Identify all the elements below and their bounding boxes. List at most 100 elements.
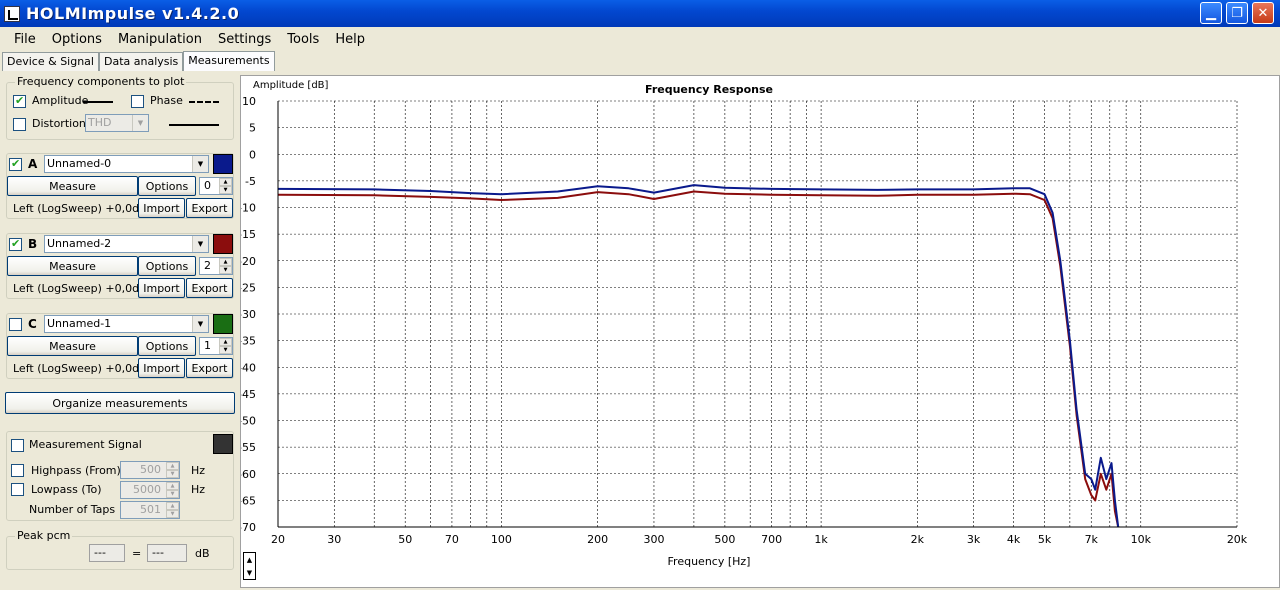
measurement-signal-checkbox[interactable] xyxy=(11,438,24,452)
slot-c-import-button[interactable]: Import xyxy=(138,358,185,378)
lowpass-spinner[interactable]: 5000 ▲ ▼ xyxy=(120,481,180,499)
chevron-down-icon: ▼ xyxy=(192,316,208,332)
menu-tools[interactable]: Tools xyxy=(279,32,327,47)
restore-button[interactable]: ❐ xyxy=(1226,2,1248,24)
chart-svg: Frequency Response Amplitude [dB] Freque… xyxy=(238,80,1248,568)
distortion-checkbox[interactable] xyxy=(13,117,26,131)
slot-b-options-button[interactable]: Options xyxy=(138,256,196,276)
x-tick-label: 5k xyxy=(1038,533,1052,546)
slot-b-spinner[interactable]: 2 ▲ ▼ xyxy=(199,257,233,275)
slot-a-spinner[interactable]: 0 ▲ ▼ xyxy=(199,177,233,195)
lowpass-checkbox[interactable] xyxy=(11,482,24,496)
menu-bar: File Options Manipulation Settings Tools… xyxy=(0,27,1280,51)
slot-b-checkbox[interactable] xyxy=(9,237,22,251)
menu-file[interactable]: File xyxy=(0,32,44,47)
y-tick-label: -5 xyxy=(245,175,256,188)
y-tick-label: -20 xyxy=(241,255,256,268)
menu-manipulation[interactable]: Manipulation xyxy=(110,32,210,47)
menu-options[interactable]: Options xyxy=(44,32,110,47)
frequency-response-chart[interactable]: Frequency Response Amplitude [dB] Freque… xyxy=(238,75,1280,588)
slot-b-color-swatch[interactable] xyxy=(213,234,233,254)
slot-b-measure-button[interactable]: Measure xyxy=(7,256,138,276)
slot-a-letter: A xyxy=(28,157,38,171)
y-tick-label: -50 xyxy=(241,415,256,428)
x-tick-label: 300 xyxy=(643,533,664,546)
x-tick-label: 700 xyxy=(761,533,782,546)
slot-c-color-swatch[interactable] xyxy=(213,314,233,334)
menu-settings[interactable]: Settings xyxy=(210,32,279,47)
series-line xyxy=(277,190,1120,528)
y-tick-label: -65 xyxy=(241,494,256,507)
slot-a-import-button[interactable]: Import xyxy=(138,198,185,218)
x-tick-label: 70 xyxy=(445,533,459,546)
amplitude-label: Amplitude xyxy=(32,94,89,107)
taps-spinner[interactable]: 501 ▲ ▼ xyxy=(120,501,180,519)
slot-c-export-button[interactable]: Export xyxy=(186,358,233,378)
y-axis-label: Amplitude [dB] xyxy=(253,80,329,91)
highpass-value: 500 xyxy=(140,463,161,476)
distortion-select-value: THD xyxy=(88,116,112,129)
peak-equals: = xyxy=(132,547,142,560)
x-tick-label: 500 xyxy=(714,533,735,546)
distortion-select[interactable]: THD ▼ xyxy=(85,114,149,132)
slot-a-checkbox[interactable] xyxy=(9,157,22,171)
phase-checkbox[interactable] xyxy=(131,94,144,108)
tab-data-analysis[interactable]: Data analysis xyxy=(98,52,184,71)
slot-a-color-swatch[interactable] xyxy=(213,154,233,174)
close-button[interactable]: ✕ xyxy=(1252,2,1274,24)
slot-c-options-button[interactable]: Options xyxy=(138,336,196,356)
minimize-button[interactable]: ▁ xyxy=(1200,2,1222,24)
slot-b-import-button[interactable]: Import xyxy=(138,278,185,298)
highpass-checkbox[interactable] xyxy=(11,463,24,477)
chart-scroll-arrows[interactable]: ▲ ▼ xyxy=(243,552,256,580)
y-tick-label: -30 xyxy=(241,308,256,321)
x-tick-label: 3k xyxy=(967,533,981,546)
left-panel: Frequency components to plot Amplitude P… xyxy=(0,70,240,588)
slot-a-info: Left (LogSweep) +0,0dB xyxy=(13,202,147,215)
y-tick-label: -25 xyxy=(241,281,256,294)
slot-a-select[interactable]: Unnamed-0 ▼ xyxy=(44,155,209,173)
slot-c-spinner[interactable]: 1 ▲ ▼ xyxy=(199,337,233,355)
highpass-spinner[interactable]: 500 ▲ ▼ xyxy=(120,461,180,479)
chart-grid xyxy=(277,100,1238,528)
x-tick-label: 100 xyxy=(491,533,512,546)
x-tick-labels: 20 30 50 70 100 200 300 500 700 1k 2k 3k 4k 5k 7k 10k 20… xyxy=(271,533,1248,546)
peak-unit: dB xyxy=(195,547,210,560)
slot-c-checkbox[interactable] xyxy=(9,317,22,331)
measurement-signal-label: Measurement Signal xyxy=(29,438,142,451)
close-icon: ✕ xyxy=(1257,5,1269,21)
slot-a-measure-button[interactable]: Measure xyxy=(7,176,138,196)
x-tick-label: 2k xyxy=(911,533,925,546)
slot-b-export-button[interactable]: Export xyxy=(186,278,233,298)
scroll-up-icon: ▲ xyxy=(246,555,253,564)
y-tick-label: -45 xyxy=(241,388,256,401)
lowpass-label: Lowpass (To) xyxy=(31,483,102,496)
menu-help[interactable]: Help xyxy=(327,32,373,47)
slot-a-export-button[interactable]: Export xyxy=(186,198,233,218)
restore-icon: ❐ xyxy=(1231,5,1243,21)
slot-b-select[interactable]: Unnamed-2 ▼ xyxy=(44,235,209,253)
y-tick-label: 10 xyxy=(242,95,256,108)
slot-a-spin-value: 0 xyxy=(204,179,211,192)
slot-c-letter: C xyxy=(28,317,37,331)
slot-c-info: Left (LogSweep) +0,0dB xyxy=(13,362,147,375)
chart-axes xyxy=(277,101,1237,528)
x-tick-label: 20 xyxy=(271,533,285,546)
minimize-icon: ▁ xyxy=(1206,5,1216,21)
taps-value: 501 xyxy=(140,503,161,516)
slot-a-options-button[interactable]: Options xyxy=(138,176,196,196)
measurement-signal-group: Measurement Signal Highpass (From) 500 ▲ ▼… xyxy=(6,431,234,521)
tab-measurements[interactable]: Measurements xyxy=(183,51,275,71)
y-tick-label: -70 xyxy=(241,521,256,534)
organize-measurements-button[interactable]: Organize measurements xyxy=(5,392,235,414)
x-tick-label: 4k xyxy=(1007,533,1021,546)
slot-c-measure-button[interactable]: Measure xyxy=(7,336,138,356)
peak-left-value: --- xyxy=(94,546,106,559)
slot-b-letter: B xyxy=(28,237,38,251)
chevron-down-icon: ▼ xyxy=(192,156,208,172)
tab-device-signal[interactable]: Device & Signal xyxy=(2,52,99,71)
highpass-unit: Hz xyxy=(191,464,206,477)
measurement-signal-color-swatch[interactable] xyxy=(213,434,233,454)
amplitude-checkbox[interactable] xyxy=(13,94,26,108)
slot-c-select[interactable]: Unnamed-1 ▼ xyxy=(44,315,209,333)
